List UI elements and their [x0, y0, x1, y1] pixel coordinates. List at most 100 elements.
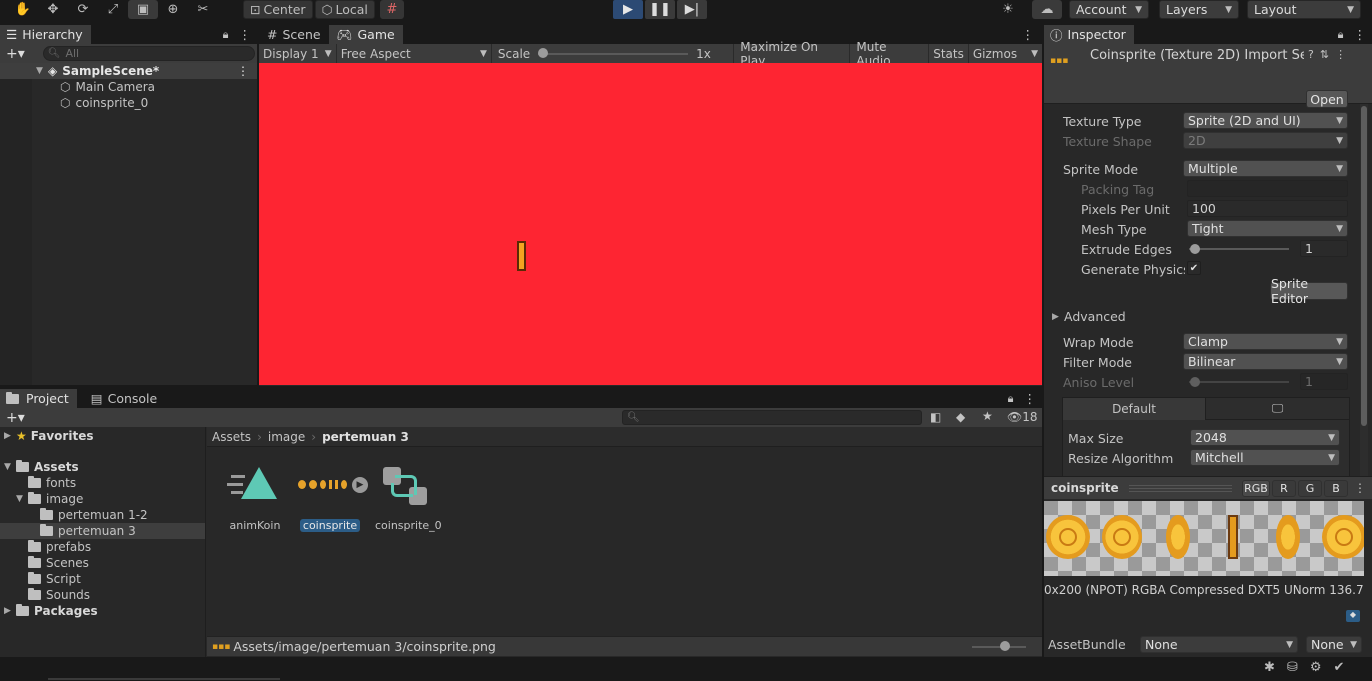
rotate-tool-icon[interactable]: ⟳	[68, 0, 98, 19]
kebab-menu-icon[interactable]: ⋮	[1018, 389, 1043, 408]
display-dropdown[interactable]: Display 1 ▼	[259, 44, 337, 63]
tab-platform-standalone[interactable]: 🖵︎	[1206, 398, 1349, 420]
label-icon[interactable]: ◆	[956, 410, 965, 424]
tab-platform-default[interactable]: Default	[1063, 397, 1206, 420]
lock-icon[interactable]: 🔒︎	[1334, 25, 1348, 44]
asset-animkoin[interactable]: animKoin	[223, 461, 287, 551]
scale-tool-icon[interactable]: ⤢	[98, 0, 128, 19]
breadcrumb-image[interactable]: image	[268, 430, 305, 444]
scene-row[interactable]: ▼ ◈ SampleScene* ⋮	[0, 63, 257, 79]
folder-item[interactable]: pertemuan 1-2	[0, 507, 205, 523]
folder-item[interactable]: Sounds	[0, 587, 205, 603]
kebab-menu-icon[interactable]: ⋮	[1354, 481, 1366, 495]
channel-rgb-button[interactable]: RGB	[1242, 479, 1270, 497]
mesh-type-dropdown[interactable]: Tight ▼	[1187, 220, 1348, 237]
channel-b-button[interactable]: B	[1324, 479, 1348, 497]
favorites-row[interactable]: ▶ ★ Favorites	[0, 428, 205, 444]
layers-dropdown[interactable]: Layers ▼	[1159, 0, 1239, 19]
kebab-menu-icon[interactable]: ⋮	[233, 25, 258, 44]
breadcrumb-assets[interactable]: Assets	[212, 430, 251, 444]
help-icon[interactable]: ?	[1308, 48, 1314, 61]
slider-thumb[interactable]	[1000, 640, 1010, 651]
channel-r-button[interactable]: R	[1272, 479, 1296, 497]
filter-mode-dropdown[interactable]: Bilinear ▼	[1183, 353, 1348, 370]
inspector-scrollbar[interactable]	[1360, 104, 1368, 476]
stats-toggle[interactable]: Stats	[929, 44, 969, 63]
filter-type-icon[interactable]: ◧	[930, 410, 941, 424]
asset-coinsprite0[interactable]: coinsprite_0	[375, 461, 442, 551]
folder-item[interactable]: fonts	[0, 475, 205, 491]
drag-handle[interactable]	[1128, 484, 1232, 492]
game-viewport[interactable]	[259, 63, 1042, 385]
play-button[interactable]: ▶	[613, 0, 643, 19]
kebab-menu-icon[interactable]: ⋮	[1348, 25, 1372, 44]
transform-tool-icon[interactable]: ⊕	[158, 0, 188, 19]
add-icon[interactable]: +▾	[6, 46, 25, 62]
project-search-input[interactable]: 🔍︎	[622, 410, 922, 425]
tab-game[interactable]: 🎮︎ Game	[328, 25, 403, 44]
max-size-dropdown[interactable]: 2048 ▼	[1190, 429, 1340, 446]
tab-scene[interactable]: # Scene	[259, 25, 329, 44]
folder-item[interactable]: Scenes	[0, 555, 205, 571]
wrap-mode-dropdown[interactable]: Clamp ▼	[1183, 333, 1348, 350]
hidden-packages-icon[interactable]: 👁︎18	[1007, 410, 1038, 424]
channel-g-button[interactable]: G	[1298, 479, 1322, 497]
account-dropdown[interactable]: Account ▼	[1069, 0, 1149, 19]
assetbundle-variant-dropdown[interactable]: None ▼	[1306, 636, 1362, 653]
scale-slider[interactable]	[538, 44, 689, 63]
maximize-on-play-toggle[interactable]: Maximize On Play	[734, 40, 851, 68]
star-icon[interactable]: ★	[982, 409, 993, 423]
sprite-editor-button[interactable]: Sprite Editor	[1270, 276, 1348, 306]
collab-icon[interactable]: ⚙	[1310, 660, 1322, 675]
folder-item[interactable]: ▼ image	[0, 491, 205, 507]
grid-snap-icon[interactable]: #	[380, 0, 404, 19]
lock-icon[interactable]: 🔒︎	[1004, 389, 1018, 408]
add-icon[interactable]: +▾	[6, 410, 25, 426]
hierarchy-item[interactable]: ⬡ coinsprite_0	[60, 95, 148, 111]
physics-checkbox[interactable]: ✔	[1187, 261, 1201, 275]
breadcrumb-pertemuan3[interactable]: pertemuan 3	[322, 430, 409, 444]
step-button[interactable]: ▶|	[677, 0, 707, 19]
tab-inspector[interactable]: ⓘ Inspector	[1044, 25, 1134, 44]
ppu-input[interactable]: 100	[1187, 200, 1348, 217]
slider-thumb[interactable]	[538, 48, 549, 58]
custom-tool-icon[interactable]: ✂	[188, 0, 218, 19]
play-circle-icon[interactable]: ▶	[352, 477, 368, 493]
aspect-dropdown[interactable]: Free Aspect ▼	[337, 44, 492, 63]
texture-type-dropdown[interactable]: Sprite (2D and UI) ▼	[1183, 112, 1348, 129]
cache-server-icon[interactable]: ⛁	[1287, 660, 1298, 675]
scrollbar-thumb[interactable]	[1361, 106, 1367, 426]
slider-thumb[interactable]	[1190, 244, 1200, 254]
sun-icon[interactable]: ☀	[994, 0, 1022, 19]
rect-tool-icon[interactable]: ▣	[128, 0, 158, 19]
tab-hierarchy[interactable]: ☰ Hierarchy	[0, 25, 91, 44]
sprite-mode-dropdown[interactable]: Multiple ▼	[1183, 160, 1348, 177]
hierarchy-search-input[interactable]: 🔍︎ All	[42, 46, 255, 61]
assetbundle-dropdown[interactable]: None ▼	[1140, 636, 1298, 653]
gizmos-dropdown[interactable]: Gizmos ▼	[969, 44, 1042, 63]
folder-item[interactable]: prefabs	[0, 539, 205, 555]
resize-dropdown[interactable]: Mitchell ▼	[1190, 449, 1340, 466]
packages-row[interactable]: ▶ Packages	[0, 603, 205, 619]
label-tag-icon[interactable]: ◆	[1346, 610, 1360, 622]
tab-project[interactable]: Project	[0, 389, 77, 408]
assets-row[interactable]: ▼ Assets	[0, 459, 205, 475]
lock-icon[interactable]: 🔒︎	[219, 25, 233, 44]
folder-item[interactable]: pertemuan 3	[0, 523, 205, 539]
advanced-foldout[interactable]: ▶ Advanced	[1052, 309, 1126, 324]
layout-dropdown[interactable]: Layout ▼	[1247, 0, 1361, 19]
extrude-slider[interactable]	[1189, 241, 1289, 257]
hierarchy-item[interactable]: ⬡ Main Camera	[60, 79, 155, 95]
tab-console[interactable]: ▤ Console	[77, 389, 165, 408]
cloud-icon[interactable]: ☁	[1032, 0, 1062, 19]
mute-audio-toggle[interactable]: Mute Audio	[850, 40, 930, 68]
pivot-center-button[interactable]: ⊡ Center	[243, 0, 313, 19]
extrude-input[interactable]: 1	[1300, 240, 1348, 257]
pause-button[interactable]: ❚❚	[645, 0, 675, 19]
icon-size-slider[interactable]	[972, 637, 1026, 657]
folder-item[interactable]: Script	[0, 571, 205, 587]
asset-coinsprite[interactable]: ▶ coinsprite	[295, 461, 368, 551]
preset-icon[interactable]: ⇅	[1320, 48, 1329, 61]
move-tool-icon[interactable]: ✥	[38, 0, 68, 19]
check-circle-icon[interactable]: ✔	[1333, 660, 1344, 675]
